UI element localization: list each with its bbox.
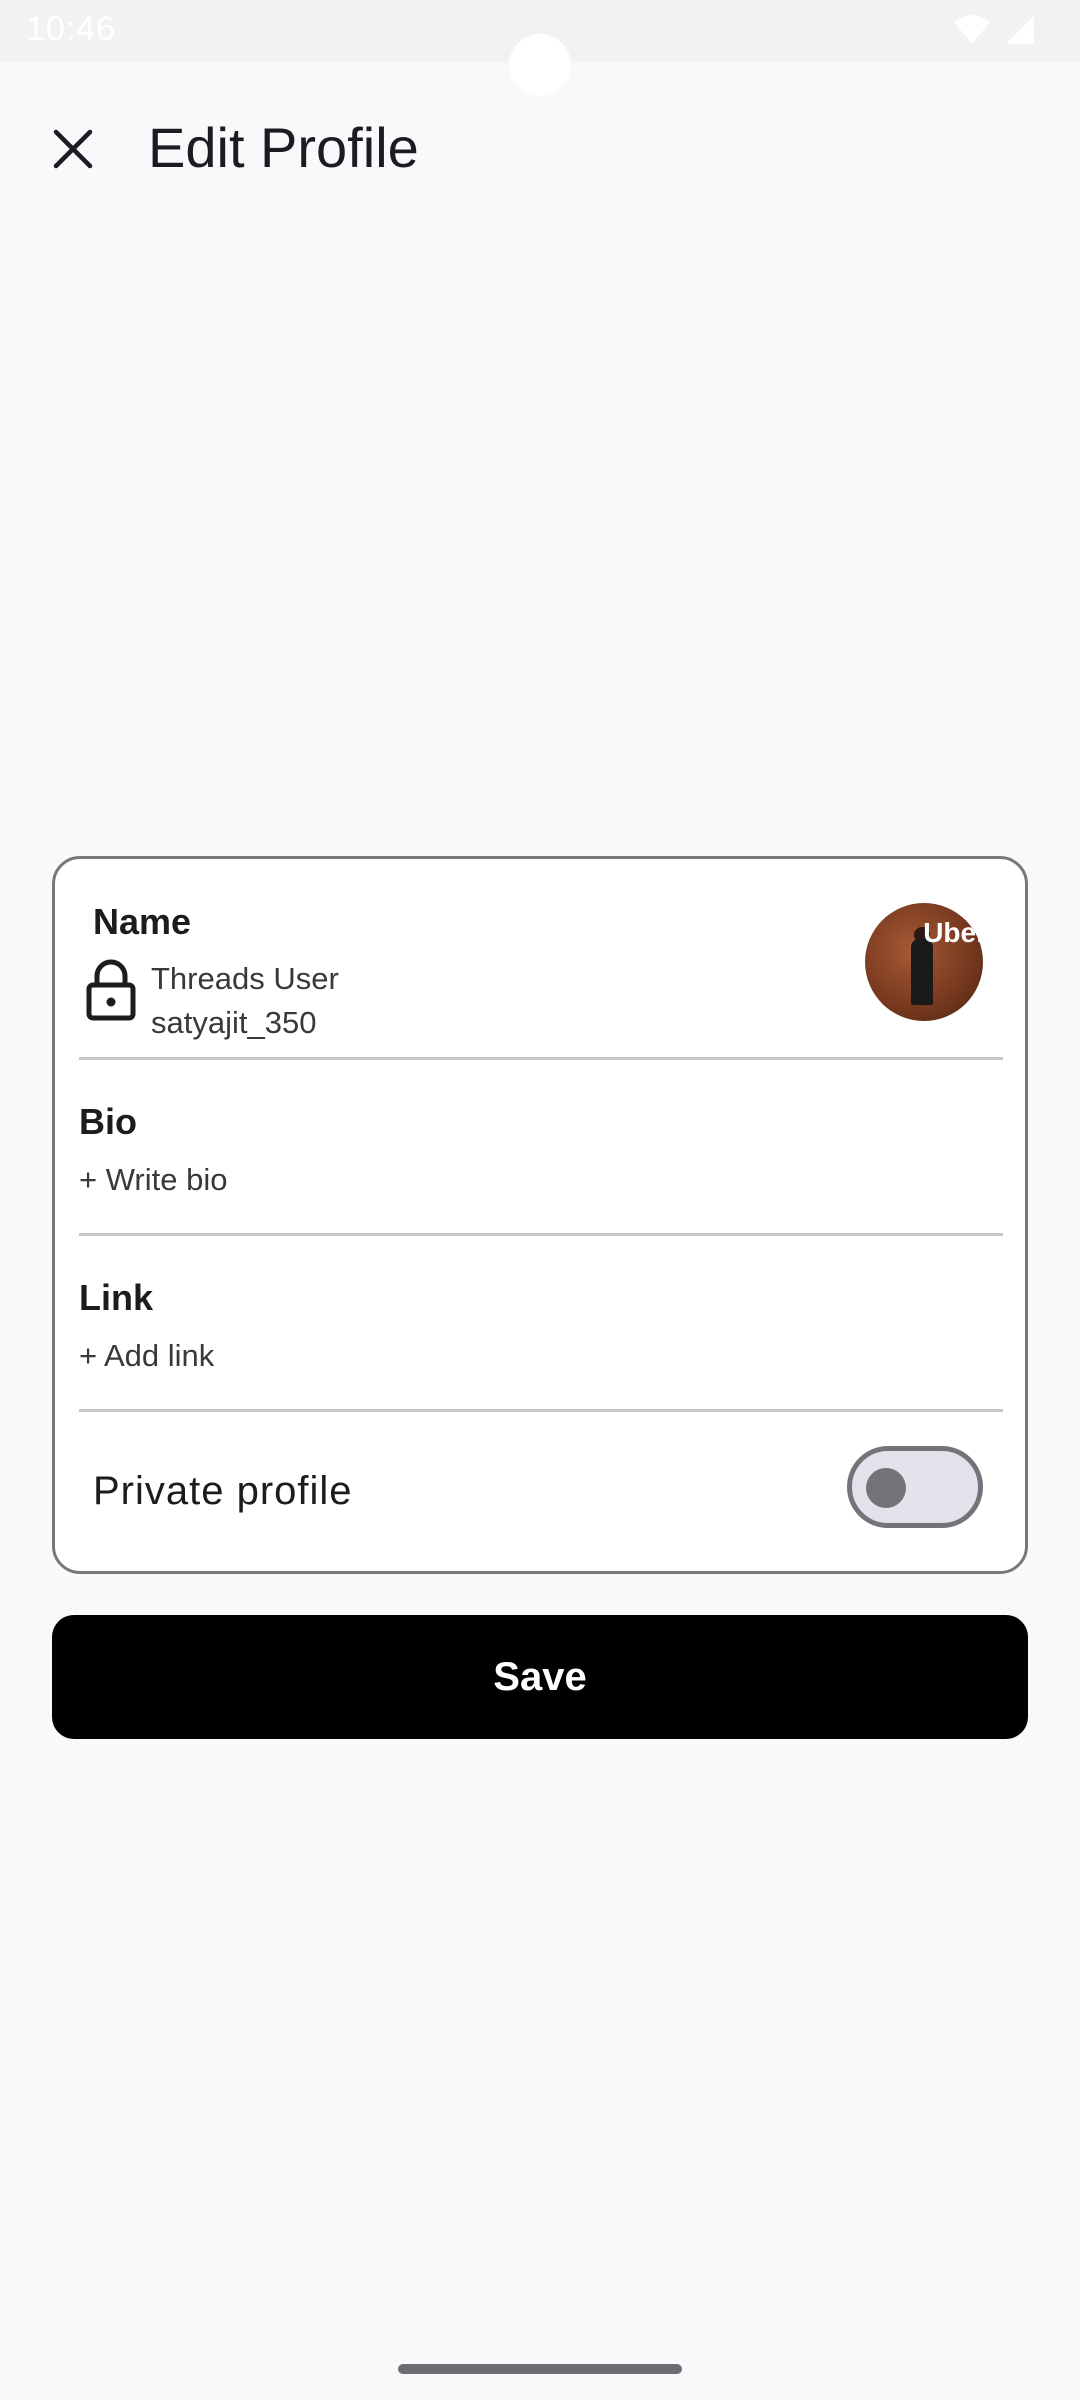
- camera-cutout: [509, 34, 571, 96]
- save-button[interactable]: Save: [52, 1615, 1028, 1739]
- avatar-overlay-text: Uber: [923, 917, 983, 948]
- bio-label: Bio: [79, 1101, 137, 1142]
- divider: [79, 1233, 1003, 1236]
- status-time: 10:46: [26, 10, 117, 48]
- link-input[interactable]: + Add link: [79, 1338, 214, 1374]
- lock-icon: [86, 959, 136, 1021]
- name-label: Name: [93, 901, 192, 942]
- profile-card: Name Threads User satyajit_350 Uber Bio …: [52, 856, 1028, 1574]
- edit-profile-screen: 10:46 Edit Profile Name Threads User sat…: [0, 0, 1080, 2400]
- page-title: Edit Profile: [148, 116, 419, 179]
- status-icons: [952, 14, 1036, 46]
- gesture-nav-handle[interactable]: [398, 2364, 682, 2374]
- display-name: Threads User: [151, 961, 339, 996]
- link-label: Link: [79, 1277, 154, 1318]
- divider: [79, 1057, 1003, 1060]
- username: satyajit_350: [151, 1005, 317, 1040]
- close-button[interactable]: [34, 110, 112, 188]
- private-profile-label: Private profile: [93, 1469, 353, 1513]
- avatar[interactable]: Uber: [865, 903, 983, 1021]
- cellular-icon: [1006, 16, 1034, 44]
- toggle-knob: [866, 1468, 906, 1508]
- save-button-label: Save: [493, 1654, 587, 1699]
- private-profile-toggle[interactable]: [847, 1446, 983, 1528]
- wifi-icon: [954, 15, 990, 44]
- bio-input[interactable]: + Write bio: [79, 1162, 227, 1198]
- close-icon: [53, 129, 93, 169]
- divider: [79, 1409, 1003, 1412]
